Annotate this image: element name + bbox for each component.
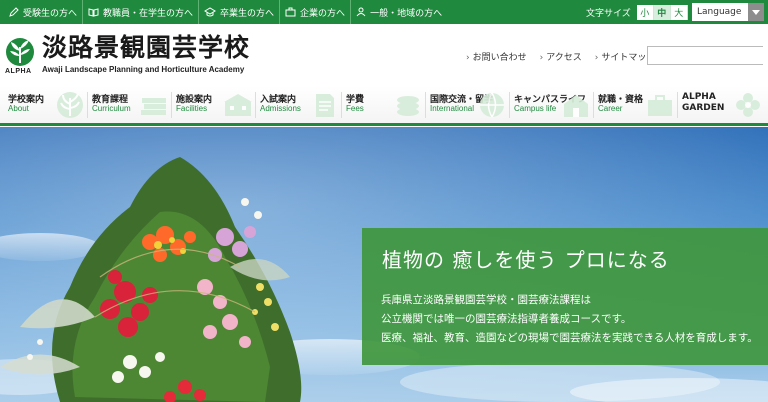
gnav-item-sublabel: Campus life: [514, 104, 557, 113]
language-select-label: Language: [697, 7, 742, 17]
flower-icon: [736, 93, 760, 117]
gnav-item-sublabel: International: [430, 104, 475, 113]
document-icon: [316, 94, 334, 117]
gnav-item-curriculum[interactable]: 教育課程 Curriculum: [88, 86, 172, 123]
leaf-icon: [57, 92, 83, 118]
audience-link-label: 企業の方へ: [300, 8, 346, 19]
search-input[interactable]: [648, 47, 768, 64]
pencil-icon: [9, 7, 19, 17]
gnav-item-sublabel: About: [8, 104, 29, 113]
logo-text: ALPHA: [5, 68, 32, 75]
gnav-item-label: ALPHA: [682, 92, 716, 102]
chevron-right-icon: ›: [466, 53, 470, 63]
audience-link-public[interactable]: 一般・地域の方へ: [351, 0, 447, 24]
utility-links: › お問い合わせ › アクセス › サイトマップ: [466, 50, 668, 63]
hero-banner: 植物の 癒しを使う プロになる 兵庫県立淡路景観園芸学校・園芸療法課程は 公立機…: [0, 127, 768, 402]
language-select[interactable]: Language: [692, 3, 764, 21]
gnav-item-alpha-garden[interactable]: ALPHA GARDEN: [678, 86, 766, 123]
gnav-item-about[interactable]: 学校案内 About: [4, 86, 88, 123]
globe-icon: [480, 92, 504, 118]
site-search: [647, 46, 768, 65]
logo-icon[interactable]: [3, 37, 37, 67]
top-bar: 受験生の方へ 教職員・在学生の方へ 卒業生の方へ 企業の方へ 一般・地域の方へ …: [0, 0, 768, 24]
audience-link-label: 教職員・在学生の方へ: [103, 8, 194, 19]
audience-link-label: 受験生の方へ: [23, 8, 78, 19]
hero-line: 医療、福祉、教育、造園などの現場で園芸療法を実践できる人材を育成します。: [381, 332, 758, 344]
hero-line: 公立機関では唯一の園芸療法指導者養成コースです。: [381, 313, 632, 325]
briefcase-icon: [648, 95, 672, 116]
gnav-item-fees[interactable]: 学費 Fees: [342, 86, 426, 123]
gnav-item-sublabel: Career: [598, 104, 623, 113]
hero-line: 兵庫県立淡路景観園芸学校・園芸療法課程は: [381, 294, 591, 306]
gnav-item-sublabel: GARDEN: [682, 103, 725, 113]
access-link-label: アクセス: [546, 53, 582, 63]
site-title[interactable]: 淡路景観園芸学校: [42, 35, 250, 60]
gnav-item-sublabel: Fees: [346, 104, 364, 113]
chevron-right-icon: ›: [539, 53, 544, 63]
chevron-right-icon: ›: [594, 53, 599, 63]
chevron-down-icon: [748, 3, 764, 21]
hero-catchphrase: 植物の 癒しを使う プロになる: [382, 248, 670, 272]
gnav-item-admissions[interactable]: 入試案内 Admissions: [256, 86, 342, 123]
person-icon: [356, 7, 366, 17]
site-subtitle: Awaji Landscape Planning and Horticultur…: [42, 65, 245, 74]
gnav-item-sublabel: Facilities: [176, 104, 208, 113]
font-size-medium-button[interactable]: 中: [653, 4, 671, 20]
graduation-cap-icon: [204, 7, 217, 17]
font-size-label: 文字サイズ: [586, 8, 631, 19]
hero-description: 兵庫県立淡路景観園芸学校・園芸療法課程は 公立機関では唯一の園芸療法指導者養成コ…: [381, 291, 758, 348]
gnav-item-facilities[interactable]: 施設案内 Facilities: [172, 86, 256, 123]
gnav-item-career[interactable]: 就職・資格 Career: [594, 86, 678, 123]
audience-link-alumni[interactable]: 卒業生の方へ: [199, 0, 281, 24]
books-icon: [141, 98, 166, 115]
access-link[interactable]: › アクセス: [540, 50, 582, 63]
font-size-small-button[interactable]: 小: [636, 4, 654, 20]
gnav-item-international[interactable]: 国際交流・留学 International: [426, 86, 510, 123]
coins-icon: [397, 96, 419, 116]
gnav-item-campus-life[interactable]: キャンパスライフ Campus life: [510, 86, 594, 123]
hero-message-panel: 植物の 癒しを使う プロになる 兵庫県立淡路景観園芸学校・園芸療法課程は 公立機…: [362, 228, 768, 365]
font-size-switcher: 文字サイズ 小 中 大: [586, 0, 688, 24]
briefcase-icon: [285, 7, 296, 17]
contact-link[interactable]: › お問い合わせ: [466, 50, 527, 63]
contact-link-label: お問い合わせ: [472, 53, 527, 63]
gnav-item-sublabel: Curriculum: [92, 104, 131, 113]
book-icon: [88, 7, 99, 17]
audience-link-applicants[interactable]: 受験生の方へ: [4, 0, 84, 24]
audience-link-label: 一般・地域の方へ: [370, 8, 443, 19]
gnav-item-sublabel: Admissions: [260, 104, 301, 113]
audience-link-companies[interactable]: 企業の方へ: [280, 0, 352, 24]
audience-link-staff-students[interactable]: 教職員・在学生の方へ: [83, 0, 200, 24]
audience-nav: 受験生の方へ 教職員・在学生の方へ 卒業生の方へ 企業の方へ 一般・地域の方へ: [4, 0, 447, 24]
audience-link-label: 卒業生の方へ: [220, 8, 275, 19]
house-icon: [564, 95, 588, 117]
font-size-large-button[interactable]: 大: [670, 4, 688, 20]
global-nav: 学校案内 About 教育課程 Curriculum 施設案内 Faciliti…: [0, 86, 768, 126]
building-icon: [224, 94, 252, 116]
